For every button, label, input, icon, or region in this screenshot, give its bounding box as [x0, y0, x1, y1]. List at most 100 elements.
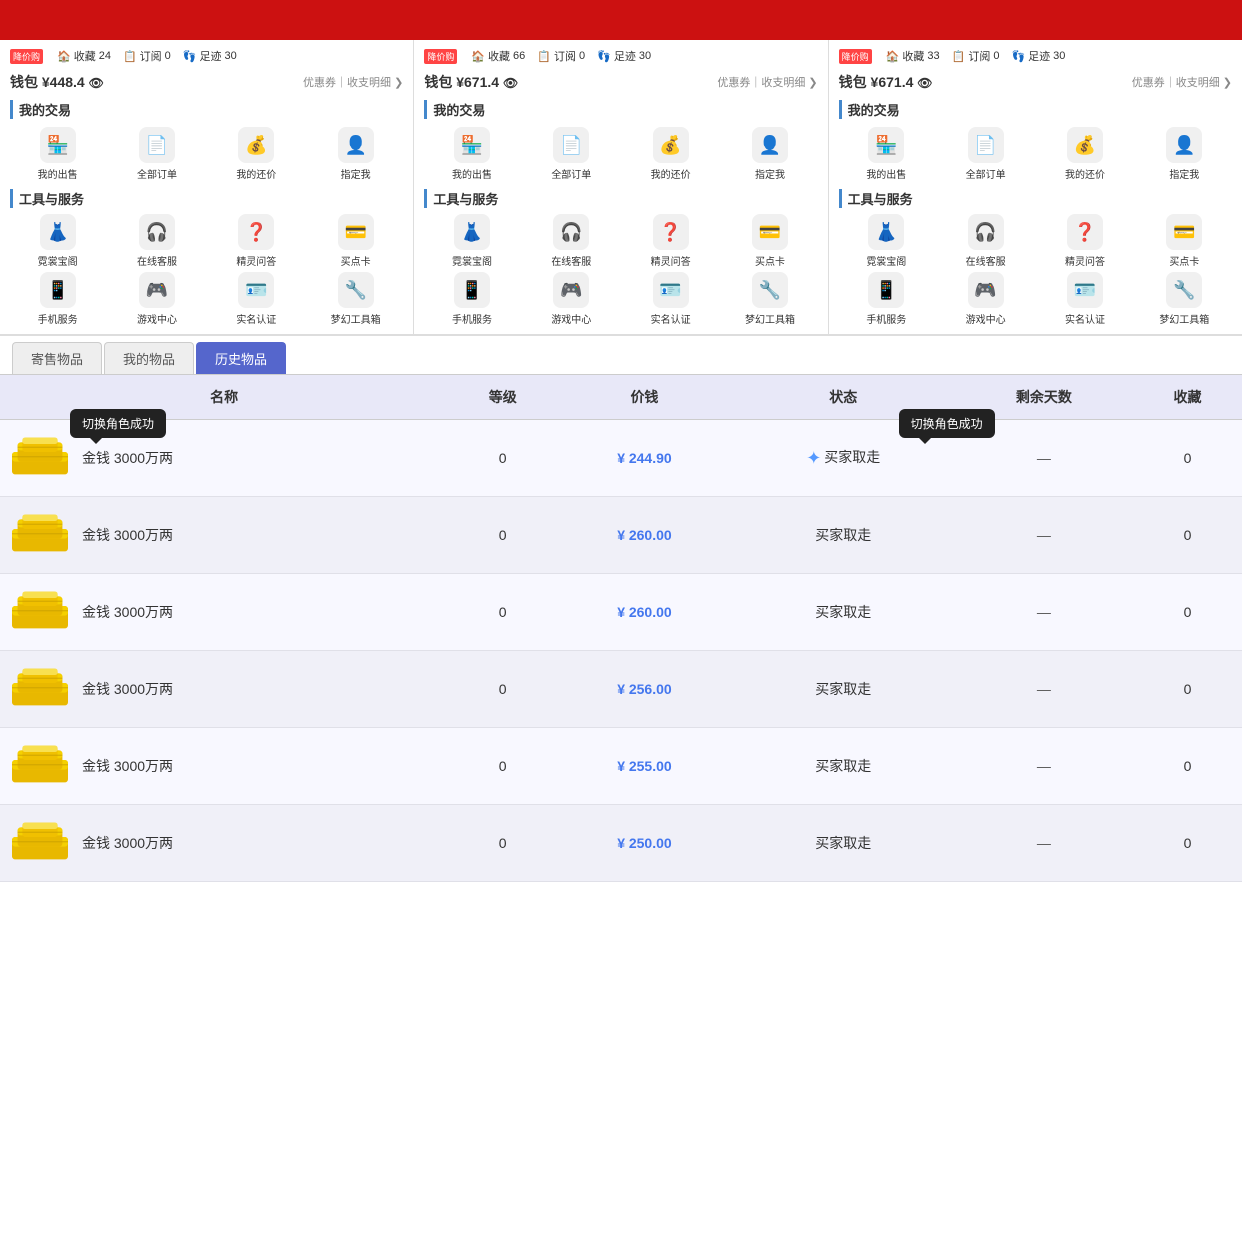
tool-label: 实名认证 [651, 311, 691, 326]
tool-item[interactable]: 🎮 游戏中心 [524, 272, 619, 326]
column-header: 等级 [448, 375, 557, 420]
wallet-row: 钱包 ¥671.4 👁 优惠券｜收支明细 ❯ [839, 72, 1232, 92]
item-remaining: — [955, 805, 1133, 882]
item-level: 0 [448, 497, 557, 574]
trade-section-title: 我的交易 [424, 100, 817, 119]
tool-item[interactable]: 📱 手机服务 [10, 272, 105, 326]
trade-item[interactable]: 👤 指定我 [722, 127, 817, 181]
discount-badge: 降价购 [424, 49, 457, 64]
tool-label: 霓裳宝阁 [38, 253, 78, 268]
tool-item[interactable]: 🪪 实名认证 [1037, 272, 1132, 326]
trade-icon: 📄 [553, 127, 589, 163]
trade-label: 我的还价 [1065, 166, 1105, 181]
tool-label: 实名认证 [236, 311, 276, 326]
status-text: 买家取走 [815, 681, 871, 697]
history-items-table: 名称等级价钱状态剩余天数收藏 金钱 3000万两 0¥ 244.90✦买家取走—… [0, 375, 1242, 882]
tool-label: 游戏中心 [551, 311, 591, 326]
tool-item[interactable]: ❓ 精灵问答 [209, 214, 304, 268]
tool-item[interactable]: 💳 买点卡 [308, 214, 403, 268]
trade-label: 我的还价 [236, 166, 276, 181]
trade-item[interactable]: 📄 全部订单 [109, 127, 204, 181]
tool-item[interactable]: 🎮 游戏中心 [109, 272, 204, 326]
table-row: 金钱 3000万两 0¥ 260.00买家取走—0 [0, 497, 1242, 574]
trade-label: 全部订单 [137, 166, 177, 181]
tool-label: 买点卡 [1169, 253, 1199, 268]
trade-item[interactable]: 📄 全部订单 [524, 127, 619, 181]
trade-item[interactable]: 🏪 我的出售 [10, 127, 105, 181]
trade-label: 指定我 [1169, 166, 1199, 181]
trade-icon: 🏪 [454, 127, 490, 163]
trade-item[interactable]: 🏪 我的出售 [424, 127, 519, 181]
tab-历史物品[interactable]: 历史物品 [196, 342, 286, 374]
table-area: 寄售物品我的物品历史物品 名称等级价钱状态剩余天数收藏 金钱 3000万两 0¥… [0, 336, 1242, 882]
item-price: ¥ 255.00 [557, 728, 732, 805]
price-value: ¥ 256.00 [617, 681, 672, 697]
wallet-amount: 钱包 ¥671.4 👁 [424, 72, 518, 92]
trade-icons-grid: 🏪 我的出售 📄 全部订单 💰 我的还价 👤 指定我 [10, 127, 403, 181]
trade-label: 我的还价 [651, 166, 691, 181]
column-header: 收藏 [1133, 375, 1242, 420]
tool-item[interactable]: ❓ 精灵问答 [1037, 214, 1132, 268]
tool-item[interactable]: 👗 霓裳宝阁 [424, 214, 519, 268]
tools-section-title: 工具与服务 [839, 189, 1232, 208]
tool-item[interactable]: 🎧 在线客服 [524, 214, 619, 268]
tool-label: 手机服务 [866, 311, 906, 326]
tool-item[interactable]: 🎮 游戏中心 [938, 272, 1033, 326]
stat-icon: 👣 [183, 50, 197, 63]
item-name: 金钱 3000万两 [82, 679, 173, 699]
trade-item[interactable]: 📄 全部订单 [938, 127, 1033, 181]
tool-label: 手机服务 [452, 311, 492, 326]
tool-item[interactable]: 🔧 梦幻工具箱 [308, 272, 403, 326]
tool-label: 买点卡 [341, 253, 371, 268]
tool-item[interactable]: 📱 手机服务 [424, 272, 519, 326]
trade-item[interactable]: 🏪 我的出售 [839, 127, 934, 181]
stat-item: 📋 订阅 0 [952, 48, 1000, 64]
discount-badge: 降价购 [839, 49, 872, 64]
tool-item[interactable]: 🔧 梦幻工具箱 [722, 272, 817, 326]
item-level: 0 [448, 574, 557, 651]
tool-item[interactable]: 🎧 在线客服 [938, 214, 1033, 268]
wallet-links[interactable]: 优惠券｜收支明细 ❯ [1132, 74, 1232, 90]
item-price: ¥ 250.00 [557, 805, 732, 882]
table-header-row: 名称等级价钱状态剩余天数收藏 [0, 375, 1242, 420]
trade-icon: 🏪 [868, 127, 904, 163]
tools-row1-grid: 👗 霓裳宝阁 🎧 在线客服 ❓ 精灵问答 💳 买点卡 [424, 214, 817, 268]
tool-item[interactable]: 🪪 实名认证 [209, 272, 304, 326]
trade-item[interactable]: 💰 我的还价 [1037, 127, 1132, 181]
tool-item[interactable]: 📱 手机服务 [839, 272, 934, 326]
tool-item[interactable]: 💳 买点卡 [1137, 214, 1232, 268]
tool-item[interactable]: 🎧 在线客服 [109, 214, 204, 268]
item-name-cell: 金钱 3000万两 [0, 805, 448, 882]
tab-我的物品[interactable]: 我的物品 [104, 342, 194, 374]
tool-item[interactable]: 👗 霓裳宝阁 [839, 214, 934, 268]
item-name-cell: 金钱 3000万两 [0, 497, 448, 574]
tab-寄售物品[interactable]: 寄售物品 [12, 342, 102, 374]
trade-item[interactable]: 👤 指定我 [308, 127, 403, 181]
trade-label: 我的出售 [38, 166, 78, 181]
item-level: 0 [448, 728, 557, 805]
tool-item[interactable]: 💳 买点卡 [722, 214, 817, 268]
tool-item[interactable]: ❓ 精灵问答 [623, 214, 718, 268]
trade-item[interactable]: 💰 我的还价 [209, 127, 304, 181]
tool-item[interactable]: 🔧 梦幻工具箱 [1137, 272, 1232, 326]
trade-item[interactable]: 👤 指定我 [1137, 127, 1232, 181]
item-collect: 0 [1133, 805, 1242, 882]
wallet-links[interactable]: 优惠券｜收支明细 ❯ [717, 74, 817, 90]
tools-row1-grid: 👗 霓裳宝阁 🎧 在线客服 ❓ 精灵问答 💳 买点卡 [10, 214, 403, 268]
tool-item[interactable]: 👗 霓裳宝阁 [10, 214, 105, 268]
wallet-amount: 钱包 ¥671.4 👁 [839, 72, 933, 92]
trade-icon: 💰 [653, 127, 689, 163]
item-name: 金钱 3000万两 [82, 833, 173, 853]
tool-label: 梦幻工具箱 [745, 311, 795, 326]
stat-label: 收藏 [488, 48, 510, 64]
price-value: ¥ 260.00 [617, 527, 672, 543]
wallet-links[interactable]: 优惠券｜收支明细 ❯ [303, 74, 403, 90]
trade-icons-grid: 🏪 我的出售 📄 全部订单 💰 我的还价 👤 指定我 [839, 127, 1232, 181]
trade-item[interactable]: 💰 我的还价 [623, 127, 718, 181]
item-remaining: — [955, 728, 1133, 805]
item-name-cell: 金钱 3000万两 [0, 574, 448, 651]
tool-item[interactable]: 🪪 实名认证 [623, 272, 718, 326]
trade-icon: 👤 [752, 127, 788, 163]
item-name: 金钱 3000万两 [82, 448, 173, 468]
tool-icon: 👗 [868, 214, 904, 250]
